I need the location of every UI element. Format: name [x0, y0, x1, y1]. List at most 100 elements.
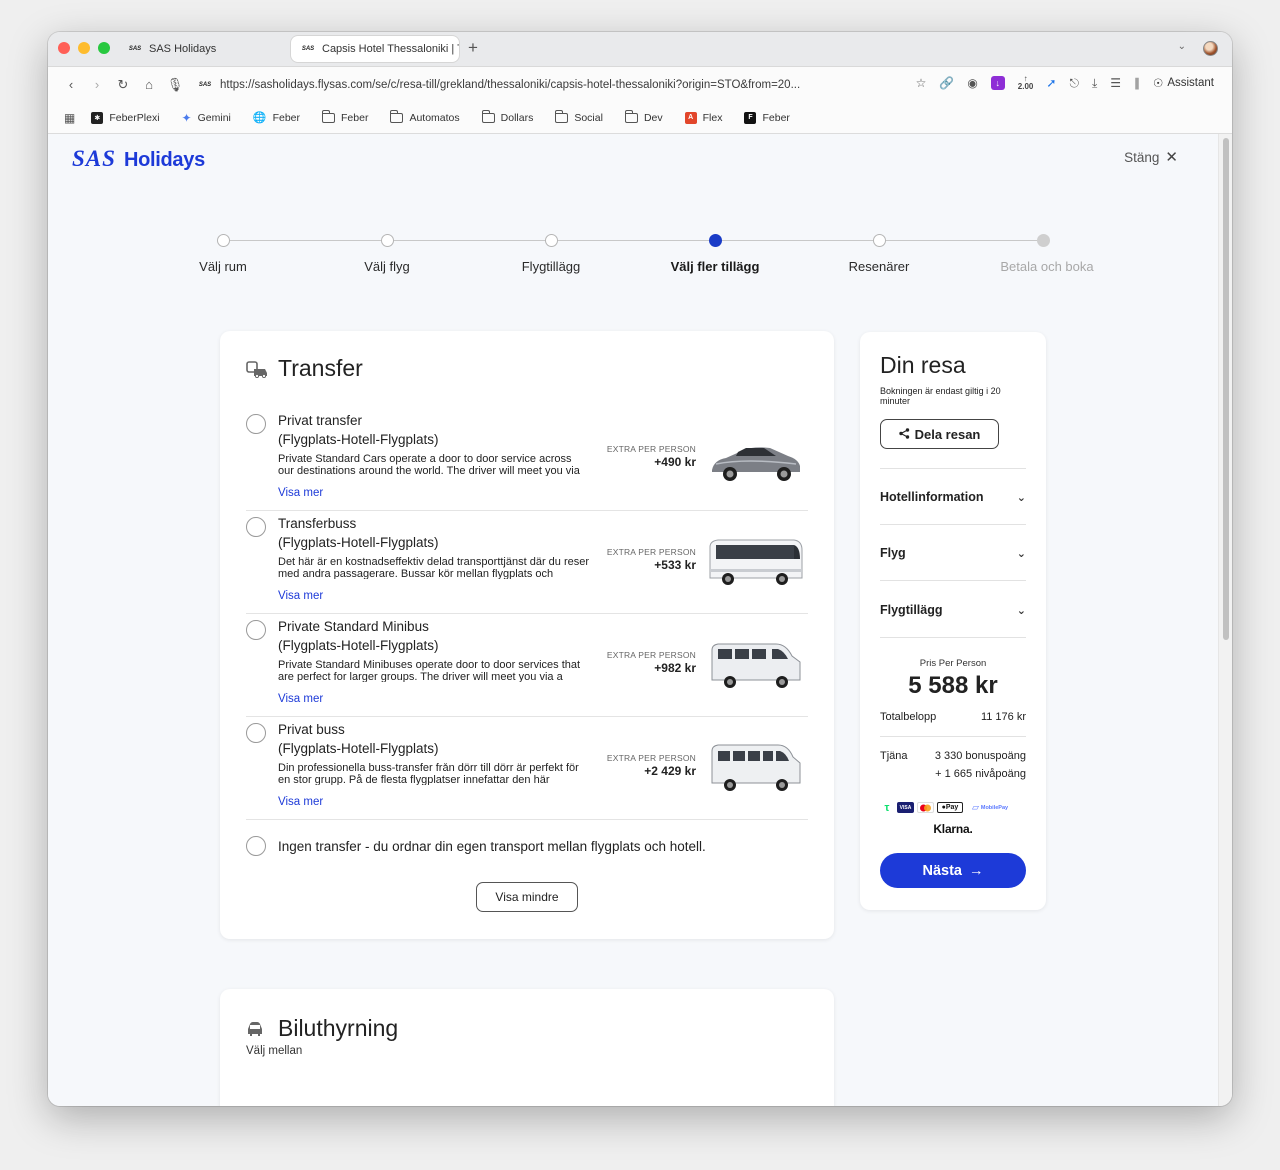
- close-label: Stäng: [1124, 149, 1160, 165]
- address-bar[interactable]: SAS https://sasholidays.flysas.com/se/c/…: [198, 75, 848, 95]
- chevron-down-icon: ⌄: [1016, 547, 1026, 560]
- mobilepay-logo-icon: ▱: [971, 802, 979, 812]
- zoom-level[interactable]: ↑ 2.00: [1018, 75, 1034, 91]
- scrollbar-thumb[interactable]: [1223, 138, 1229, 640]
- sas-favicon-icon: SAS: [198, 82, 212, 88]
- transfer-card: Transfer Privat transfer (Flygplats-Hote…: [220, 331, 834, 939]
- extension-circle-icon[interactable]: ◉: [967, 76, 977, 90]
- show-less-button[interactable]: Visa mindre: [476, 882, 578, 912]
- maximize-window-button[interactable]: [98, 42, 110, 54]
- close-button[interactable]: Stäng ✕: [1124, 148, 1178, 166]
- translate-icon[interactable]: ➚: [1046, 76, 1056, 90]
- show-more-link[interactable]: Visa mer: [278, 693, 323, 705]
- puzzle-extensions-icon[interactable]: ⎋: [1069, 76, 1079, 91]
- link-icon[interactable]: 🔗: [939, 76, 954, 90]
- option-route: (Flygplats-Hotell-Flygplats): [278, 432, 439, 447]
- bookmark-folder-dev[interactable]: Dev: [624, 109, 663, 124]
- assistant-button[interactable]: ☉ Assistant: [1153, 76, 1214, 90]
- transfer-option: Transferbuss (Flygplats-Hotell-Flygplats…: [246, 511, 808, 614]
- home-icon[interactable]: ⌂: [136, 77, 162, 92]
- tab-capsis-hotel[interactable]: SAS Capsis Hotel Thessaloniki | T: [291, 36, 459, 62]
- option-name: Transferbuss: [278, 516, 357, 531]
- globe-icon: 🌐: [252, 112, 267, 124]
- page-scrollbar[interactable]: [1218, 134, 1232, 1106]
- bookmark-flex[interactable]: A Flex: [684, 111, 722, 124]
- price-label: EXTRA PER PERSON: [606, 547, 696, 557]
- bookmark-feberplexi[interactable]: ✱ FeberPlexi: [91, 111, 160, 124]
- accordion-label: Hotellinformation: [880, 490, 984, 504]
- microphone-icon[interactable]: 🎙: [162, 77, 188, 93]
- total-value: 11 176 kr: [980, 711, 1026, 723]
- option-price: EXTRA PER PERSON +982 kr: [588, 650, 696, 675]
- bookmark-star-icon[interactable]: ☆: [916, 76, 927, 90]
- flex-icon: A: [684, 111, 697, 124]
- step-label: Välj fler tillägg: [670, 259, 760, 274]
- divider: [880, 736, 1026, 737]
- step-valj-rum[interactable]: Välj rum: [153, 234, 293, 274]
- transfer-option-radio[interactable]: [246, 723, 266, 743]
- transfer-option: Private Standard Minibus (Flygplats-Hote…: [246, 614, 808, 717]
- divider: [880, 580, 1026, 581]
- bookmark-folder-feber[interactable]: Feber: [322, 109, 368, 124]
- download-extension-icon[interactable]: ↓: [990, 76, 1005, 90]
- accordion-flight-extras[interactable]: Flygtillägg ⌄: [880, 603, 1026, 617]
- forward-icon[interactable]: ›: [84, 77, 110, 92]
- close-window-button[interactable]: [58, 42, 70, 54]
- step-valj-flyg[interactable]: Välj flyg: [317, 234, 457, 274]
- tab-title: Capsis Hotel Thessaloniki | T: [322, 43, 459, 55]
- option-title: Private Standard Minibus (Flygplats-Hote…: [278, 617, 608, 655]
- step-dot: [216, 234, 230, 247]
- back-icon[interactable]: ‹: [58, 77, 84, 92]
- folder-icon: [481, 109, 495, 123]
- sas-holidays-logo[interactable]: SAS Holidays: [72, 146, 205, 172]
- share-trip-button[interactable]: Dela resan: [880, 419, 999, 449]
- menu-lines-icon[interactable]: ☰: [1110, 76, 1121, 90]
- profile-avatar[interactable]: [1203, 41, 1218, 56]
- step-dot: [380, 234, 394, 247]
- next-button[interactable]: Nästa →: [880, 853, 1026, 888]
- bookmark-folder-social[interactable]: Social: [555, 109, 603, 124]
- step-label: Välj rum: [199, 259, 247, 274]
- applepay-icon: ● Pay: [937, 802, 963, 813]
- reload-icon[interactable]: ↻: [110, 77, 136, 93]
- accordion-hotel-info[interactable]: Hotellinformation ⌄: [880, 490, 1026, 504]
- no-transfer-radio[interactable]: [246, 836, 266, 856]
- new-tab-icon[interactable]: +: [468, 38, 478, 58]
- earn-label: Tjäna: [880, 750, 908, 762]
- audio-wave-icon[interactable]: ∥: [1134, 76, 1140, 90]
- bookmark-folder-automatos[interactable]: Automatos: [390, 109, 460, 124]
- apps-grid-icon[interactable]: ▦: [64, 111, 75, 125]
- minimize-window-button[interactable]: [78, 42, 90, 54]
- show-more-link[interactable]: Visa mer: [278, 590, 323, 602]
- step-valj-fler-tillagg[interactable]: Välj fler tillägg: [645, 234, 785, 274]
- folder-icon: [390, 109, 404, 123]
- tab-sas-holidays[interactable]: SAS SAS Holidays: [118, 36, 286, 62]
- divider: [880, 468, 1026, 469]
- bookmark-gemini[interactable]: ✦ Gemini: [182, 111, 231, 125]
- chevron-down-icon[interactable]: ⌄: [1178, 41, 1186, 52]
- bookmark-feber-f[interactable]: F Feber: [744, 111, 790, 124]
- arrow-right-icon: →: [969, 862, 984, 879]
- next-label: Nästa: [922, 862, 963, 879]
- feberplexi-icon: ✱: [91, 111, 104, 124]
- step-dot: [872, 234, 886, 247]
- step-label: Betala och boka: [1000, 259, 1094, 274]
- accordion-flights[interactable]: Flyg ⌄: [880, 546, 1026, 560]
- show-more-link[interactable]: Visa mer: [278, 487, 323, 499]
- logo-sas: SAS: [72, 146, 116, 171]
- bookmark-feber-globe[interactable]: 🌐 Feber: [252, 111, 300, 125]
- car-rental-card: Biluthyrning Välj mellan: [220, 989, 834, 1106]
- transfer-option-radio[interactable]: [246, 517, 266, 537]
- step-flygtillagg[interactable]: Flygtillägg: [481, 234, 621, 274]
- visa-icon: VISA: [897, 802, 914, 813]
- bookmark-folder-dollars[interactable]: Dollars: [481, 109, 533, 124]
- step-label: Resenärer: [848, 259, 910, 274]
- show-more-link[interactable]: Visa mer: [278, 796, 323, 808]
- step-dot: [544, 234, 558, 247]
- transfer-option-radio[interactable]: [246, 414, 266, 434]
- transfer-option-radio[interactable]: [246, 620, 266, 640]
- assistant-label: Assistant: [1167, 77, 1214, 89]
- option-price: EXTRA PER PERSON +533 kr: [588, 547, 696, 572]
- downloads-icon[interactable]: ⤓: [1092, 76, 1097, 91]
- step-resenarer[interactable]: Resenärer: [809, 234, 949, 274]
